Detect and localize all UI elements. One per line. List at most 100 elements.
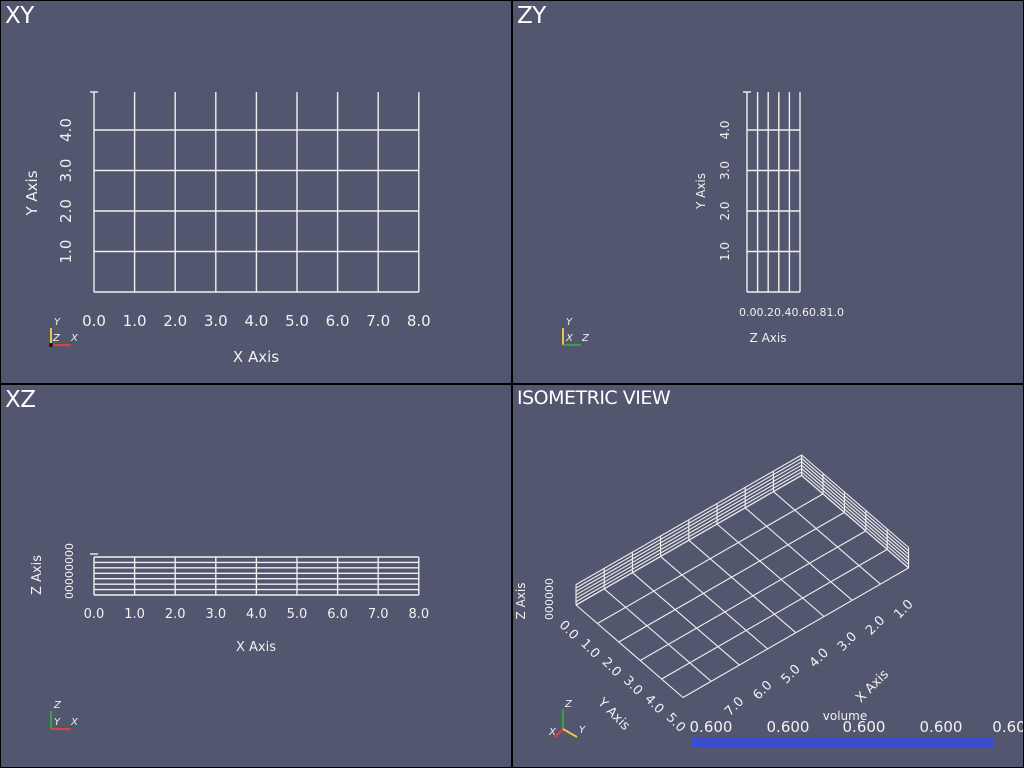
scalar-bar-label: 0.600 [767,718,810,736]
floor-grid-line [716,523,825,617]
x-tick-label: 1.0 [123,312,147,330]
xy-y-tick-labels: 1.0 2.0 3.0 4.0 [57,118,75,263]
floor-grid-line [632,572,740,666]
xz-plot: 0.0 1.0 2.0 3.0 4.0 5.0 6.0 7.0 8.0 00000000 X A… [30,543,429,730]
x-tick-label: 6.0 [326,312,350,330]
scalar-bar-label: 0.60 [992,718,1023,736]
wall-grid-line [801,474,909,569]
wall-grid-line [801,454,909,548]
wall-grid-line [801,468,909,562]
x-tick-label: 8.0 [408,607,429,622]
z-axis-label: Z Axis [750,331,787,345]
floor-grid-line [660,555,768,650]
x-tick-label: 2.0 [165,607,186,622]
iso-grid [575,454,910,698]
y-tick-label: 3.0 [620,673,645,698]
floor-grid-line [688,539,797,634]
orientation-triad: Z X Y [548,699,586,738]
z-tick-labels: 0.00.20.40.60.81.0 [739,306,844,319]
x-tick-label: 8.0 [407,312,431,330]
floor-grid-line [597,493,824,624]
iso-plot: 1.02.03.04.05.06.07.0 0.01.02.03.04.05.0… [514,454,1023,748]
y-tick-label: 4.0 [57,118,75,142]
x-tick-label: 6.0 [750,678,775,703]
scalar-bar-label: 0.600 [843,718,886,736]
x-tick-label: 6.0 [327,607,348,622]
zy-grid [743,91,801,293]
triad-right-label: X [70,333,79,344]
triad-up-label: Z [53,700,62,711]
y-tick-label: 1.0 [718,242,732,261]
wall-grid-line [575,474,802,606]
y-axis-label: Y Axis [594,695,633,734]
x-tick-label: 2.0 [163,312,187,330]
x-axis-label: X Axis [853,667,892,706]
orientation-triad: Z Y X [50,700,79,730]
scalar-bar-colorbar [691,737,993,748]
x-tick-label: 0.0 [84,607,105,622]
y-axis-label: Y Axis [23,170,41,216]
x-tick-label: 5.0 [287,607,308,622]
triad-depth-label: Z [52,333,61,344]
x-tick-label: 7.0 [366,312,390,330]
x-tick-label: 3.0 [204,312,228,330]
scalar-bar-labels: 0.600 0.600 0.600 0.600 0.60 [690,718,1023,736]
triad-depth-label: Y [54,717,61,728]
x-tick-label: 3.0 [205,607,226,622]
y-tick-label: 2.0 [599,655,624,680]
wall-grid-line [801,471,909,565]
x-tick-label: 4.0 [244,312,268,330]
viewport-xz[interactable]: XZ 0.0 1.0 2.0 3.0 4.0 5.0 6.0 7.0 8.0 00000000 … [1,385,511,767]
z-axis-label: Z Axis [30,555,45,595]
x-tick-label: 1.0 [891,597,916,622]
zy-y-tick-labels: 1.0 2.0 3.0 4.0 [718,120,732,261]
xz-x-tick-labels: 0.0 1.0 2.0 3.0 4.0 5.0 6.0 7.0 8.0 [84,607,429,622]
xy-x-tick-labels: 0.0 1.0 2.0 3.0 4.0 5.0 6.0 7.0 8.0 [82,312,431,330]
orientation-triad: Y Z X [49,317,79,347]
y-tick-label: 3.0 [718,161,732,180]
x-tick-label: 5.0 [779,662,804,687]
x-tick-label: 2.0 [863,613,888,638]
y-tick-label: 2.0 [57,199,75,223]
x-tick-label: 4.0 [246,607,267,622]
scalar-bar-label: 0.600 [920,718,963,736]
zy-plot: 1.0 2.0 3.0 4.0 0.00.20.40.60.81.0 Z Axis Y… [562,91,844,346]
triad-z-label: Z [564,699,573,710]
wall-grid-line [801,464,909,559]
floor-grid-line [773,491,881,585]
y-tick-label: 0.0 [556,618,581,643]
wall-grid-line [801,461,909,555]
y-tick-label: 4.0 [641,692,666,717]
viewport-xy[interactable]: XY 0.0 1.0 2.0 3.0 4.0 5.0 6.0 7.0 8.0 1.0 2.0 3.0… [1,1,511,383]
viewport-zy[interactable]: ZY 1.0 2.0 3.0 4.0 0.00.20.40.60.81.0 Z Axi… [513,1,1023,383]
triad-right-label: X [70,717,79,728]
viewport-isometric[interactable]: ISOMETRIC VIEW 1.0 2.0 3.0 4.0 5.0 6.0 7.0 0.0… [513,385,1023,767]
floor-grid-line [639,530,867,661]
x-axis-label: X Axis [233,348,279,366]
y-tick-label: 3.0 [57,159,75,183]
xy-plot: 0.0 1.0 2.0 3.0 4.0 5.0 6.0 7.0 8.0 1.0 2.0 3.0 4.0… [23,91,431,366]
y-tick-label: 1.0 [57,240,75,264]
scalar-bar-label: 0.600 [690,718,733,736]
x-tick-label: 3.0 [835,629,860,654]
y-tick-label: 4.0 [718,120,732,139]
x-tick-label: 7.0 [722,694,747,719]
scalar-bar[interactable]: volume 0.600 0.600 0.600 0.600 0.60 [690,709,1023,748]
x-tick-label: 4.0 [807,646,832,671]
y-tick-label: 5.0 [663,710,688,735]
x-axis-label: X Axis [236,640,276,655]
orientation-triad: Y X Z [562,317,590,346]
triad-up-label: Y [54,317,61,328]
floor-grid-line [661,548,888,680]
z-tick-labels: 00000000 [63,543,76,599]
z-tick-labels: 000000 [543,578,556,620]
floor-grid-line [618,511,845,643]
triad-right-label: Z [581,333,590,344]
x-tick-label: 5.0 [285,312,309,330]
triad-depth-label: X [565,333,574,344]
xz-grid [90,553,420,596]
xy-grid [90,91,420,293]
y-axis-label: Y Axis [694,173,708,210]
z-axis-label: Z Axis [514,583,528,620]
floor-grid-line [744,507,853,601]
